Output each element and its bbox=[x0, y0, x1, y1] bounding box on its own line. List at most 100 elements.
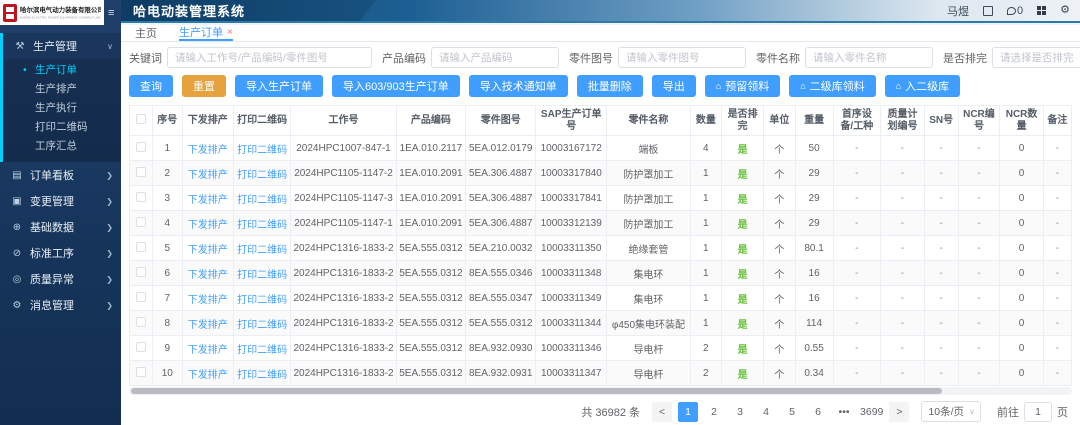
settings-gear-icon[interactable]: ⚙ bbox=[1060, 5, 1070, 16]
dispatch-link[interactable]: 下发排产 bbox=[182, 161, 233, 186]
page-button-2[interactable]: 2 bbox=[704, 402, 724, 422]
notification-icon[interactable]: 0 bbox=[1007, 5, 1023, 17]
cell-first-equipment: - bbox=[833, 336, 881, 361]
reserve-material-button[interactable]: ⌂预留领料 bbox=[705, 75, 780, 97]
tab-主页[interactable]: 主页 bbox=[135, 25, 157, 41]
import-production-order-button[interactable]: 导入生产订单 bbox=[235, 75, 323, 97]
sidebar-item-生产订单[interactable]: 生产订单 bbox=[3, 61, 121, 80]
row-checkbox[interactable] bbox=[136, 292, 146, 302]
prev-page-button[interactable]: < bbox=[652, 402, 672, 422]
cell-sap-no: 10003312139 bbox=[536, 211, 607, 236]
row-checkbox[interactable] bbox=[136, 142, 146, 152]
close-icon[interactable]: × bbox=[227, 27, 233, 38]
fullscreen-icon[interactable] bbox=[983, 6, 993, 16]
dispatch-link[interactable]: 下发排产 bbox=[182, 211, 233, 236]
page-button-3699[interactable]: 3699 bbox=[860, 402, 883, 422]
print-qr-link[interactable]: 打印二维码 bbox=[233, 311, 291, 336]
sidebar-group-item-2[interactable]: ▣变更管理❯ bbox=[0, 188, 121, 214]
sidebar-item-生产排产[interactable]: 生产排产 bbox=[3, 80, 121, 99]
cell-part-name: 导电杆 bbox=[607, 361, 690, 386]
part-name-input[interactable] bbox=[805, 47, 933, 68]
col-header-首序设备/工种: 首序设备/工种 bbox=[833, 106, 881, 136]
cell-qty: 1 bbox=[690, 236, 722, 261]
dispatch-link[interactable]: 下发排产 bbox=[182, 361, 233, 386]
tab-生产订单[interactable]: 生产订单× bbox=[179, 25, 233, 41]
print-qr-link[interactable]: 打印二维码 bbox=[233, 261, 291, 286]
print-qr-link[interactable]: 打印二维码 bbox=[233, 336, 291, 361]
import-603-903-order-button[interactable]: 导入603/903生产订单 bbox=[332, 75, 460, 97]
dispatch-link[interactable]: 下发排产 bbox=[182, 311, 233, 336]
row-checkbox[interactable] bbox=[136, 217, 146, 227]
sidebar-group-item-0[interactable]: ⚒生产管理∨ bbox=[3, 33, 121, 59]
dispatch-link[interactable]: 下发排产 bbox=[182, 286, 233, 311]
print-qr-link[interactable]: 打印二维码 bbox=[233, 361, 291, 386]
dispatch-link[interactable]: 下发排产 bbox=[182, 261, 233, 286]
print-qr-link[interactable]: 打印二维码 bbox=[233, 136, 291, 161]
dispatch-link[interactable]: 下发排产 bbox=[182, 186, 233, 211]
user-menu[interactable]: 马煜 bbox=[947, 3, 969, 19]
row-checkbox[interactable] bbox=[136, 342, 146, 352]
goto-page-input[interactable] bbox=[1024, 402, 1052, 422]
page-size-select[interactable]: 10条/页 ∨ bbox=[921, 401, 981, 422]
batch-delete-button[interactable]: 批量删除 bbox=[577, 75, 643, 97]
print-qr-link[interactable]: 打印二维码 bbox=[233, 211, 291, 236]
row-checkbox[interactable] bbox=[136, 267, 146, 277]
col-header-NCR编号: NCR编号 bbox=[958, 106, 1000, 136]
row-checkbox[interactable] bbox=[136, 167, 146, 177]
cell-first-equipment: - bbox=[833, 136, 881, 161]
cell-qty: 1 bbox=[690, 311, 722, 336]
print-qr-link[interactable]: 打印二维码 bbox=[233, 186, 291, 211]
cell-quality-plan-no: - bbox=[881, 161, 925, 186]
row-checkbox[interactable] bbox=[136, 367, 146, 377]
dispatch-link[interactable]: 下发排产 bbox=[182, 236, 233, 261]
sidebar-item-打印二维码[interactable]: 打印二维码 bbox=[3, 118, 121, 137]
cell-seq: 3 bbox=[152, 186, 182, 211]
sidebar-group-4: ⊘标准工序❯ bbox=[0, 240, 121, 266]
select-all-checkbox[interactable] bbox=[136, 114, 146, 124]
sidebar-group-item-6[interactable]: ⚙消息管理❯ bbox=[0, 292, 121, 318]
secondary-store-pick-button[interactable]: ⌂二级库领料 bbox=[789, 75, 875, 97]
sidebar-menu: ⚒生产管理∨ 生产订单生产排产生产执行打印二维码工序汇总 ▤订单看板❯▣变更管理❯⊕… bbox=[0, 33, 121, 318]
query-button[interactable]: 查询 bbox=[129, 75, 173, 97]
keyword-input[interactable] bbox=[167, 47, 372, 68]
into-secondary-store-button[interactable]: ⌂入二级库 bbox=[885, 75, 960, 97]
next-page-button[interactable]: > bbox=[889, 402, 909, 422]
print-qr-link[interactable]: 打印二维码 bbox=[233, 236, 291, 261]
page-button-6[interactable]: 6 bbox=[808, 402, 828, 422]
page-ellipsis[interactable]: ••• bbox=[834, 402, 854, 422]
part-drawing-no-input[interactable] bbox=[618, 47, 746, 68]
cell-weight: 29 bbox=[795, 211, 833, 236]
page-button-3[interactable]: 3 bbox=[730, 402, 750, 422]
page-button-5[interactable]: 5 bbox=[782, 402, 802, 422]
sidebar-group-item-5[interactable]: ◎质量异常❯ bbox=[0, 266, 121, 292]
filter-scheduled-complete: 是否排完请选择是否排完∨ bbox=[943, 47, 1080, 68]
sidebar-group-item-1[interactable]: ▤订单看板❯ bbox=[0, 162, 121, 188]
cell-part-no: 8EA.555.0346 bbox=[466, 261, 536, 286]
print-qr-link[interactable]: 打印二维码 bbox=[233, 161, 291, 186]
row-checkbox[interactable] bbox=[136, 317, 146, 327]
horizontal-scrollbar-thumb[interactable] bbox=[131, 388, 942, 394]
cell-quality-plan-no: - bbox=[881, 311, 925, 336]
sidebar-item-生产执行[interactable]: 生产执行 bbox=[3, 99, 121, 118]
cell-qty: 2 bbox=[690, 336, 722, 361]
import-tech-notice-button[interactable]: 导入技术通知单 bbox=[469, 75, 568, 97]
print-qr-link[interactable]: 打印二维码 bbox=[233, 286, 291, 311]
page-button-4[interactable]: 4 bbox=[756, 402, 776, 422]
product-code-input[interactable] bbox=[431, 47, 559, 68]
sidebar-item-工序汇总[interactable]: 工序汇总 bbox=[3, 137, 121, 156]
horizontal-scrollbar-track[interactable] bbox=[129, 387, 1072, 395]
dispatch-link[interactable]: 下发排产 bbox=[182, 136, 233, 161]
toolbar: 查询重置导入生产订单导入603/903生产订单导入技术通知单批量删除导出 ⌂预留领… bbox=[129, 75, 1072, 97]
row-checkbox[interactable] bbox=[136, 242, 146, 252]
sidebar-group-item-4[interactable]: ⊘标准工序❯ bbox=[0, 240, 121, 266]
dispatch-link[interactable]: 下发排产 bbox=[182, 336, 233, 361]
row-checkbox[interactable] bbox=[136, 192, 146, 202]
sidebar-collapse-icon[interactable]: ≡ bbox=[108, 7, 114, 19]
scheduled-complete-select[interactable]: 请选择是否排完∨ bbox=[992, 47, 1080, 68]
page-button-1[interactable]: 1 bbox=[678, 402, 698, 422]
cell-unit: 个 bbox=[764, 261, 796, 286]
export-button[interactable]: 导出 bbox=[652, 75, 696, 97]
reset-button[interactable]: 重置 bbox=[182, 75, 226, 97]
sidebar-group-item-3[interactable]: ⊕基础数据❯ bbox=[0, 214, 121, 240]
apps-grid-icon[interactable] bbox=[1037, 6, 1046, 15]
